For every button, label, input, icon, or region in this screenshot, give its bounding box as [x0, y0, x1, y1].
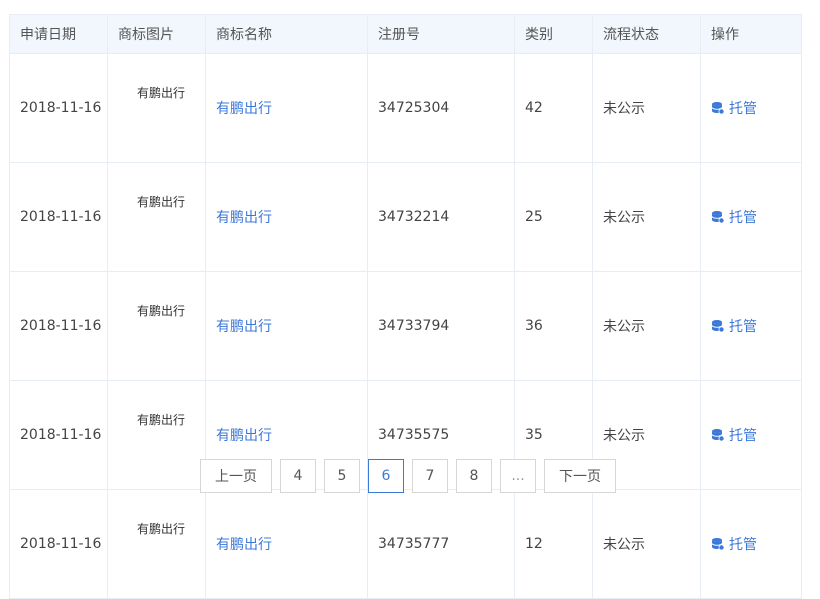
header-operation: 操作 [700, 14, 802, 54]
host-button[interactable]: 托管 [711, 425, 757, 445]
status-cell: 未公示 [592, 489, 701, 599]
action-cell: 托管 [700, 380, 802, 490]
pagination: 上一页 4 5 6 7 8 ... 下一页 [200, 459, 624, 493]
page-button-8[interactable]: 8 [456, 459, 492, 493]
trademark-image: 有鹏出行 [107, 380, 206, 490]
host-button[interactable]: 托管 [711, 534, 757, 554]
header-apply-date: 申请日期 [9, 14, 108, 54]
registration-number-cell: 34735777 [367, 489, 515, 599]
database-icon [711, 210, 725, 223]
apply-date-cell: 2018-11-16 [9, 53, 108, 163]
page-button-7[interactable]: 7 [412, 459, 448, 493]
trademark-name-link[interactable]: 有鹏出行 [205, 489, 368, 599]
host-button[interactable]: 托管 [711, 98, 757, 118]
registration-number-cell: 34733794 [367, 271, 515, 381]
database-icon [711, 101, 725, 114]
database-icon [711, 319, 725, 332]
page-button-6-current[interactable]: 6 [368, 459, 404, 493]
host-label: 托管 [729, 100, 757, 117]
header-trademark-name: 商标名称 [205, 14, 368, 54]
header-trademark-image: 商标图片 [107, 14, 206, 54]
trademark-table-container: 申请日期 商标图片 商标名称 注册号 类别 流程状态 操作 2018-11-16… [9, 14, 802, 599]
next-page-button[interactable]: 下一页 [544, 459, 616, 493]
apply-date-cell: 2018-11-16 [9, 271, 108, 381]
database-icon [711, 537, 725, 550]
action-cell: 托管 [700, 489, 802, 599]
category-cell: 36 [514, 271, 593, 381]
trademark-name-link[interactable]: 有鹏出行 [205, 271, 368, 381]
table-row: 2018-11-16 有鹏出行 有鹏出行 34735777 12 未公示 托管 [9, 489, 802, 599]
apply-date-cell: 2018-11-16 [9, 489, 108, 599]
trademark-name-link[interactable]: 有鹏出行 [205, 53, 368, 163]
status-cell: 未公示 [592, 271, 701, 381]
header-process-status: 流程状态 [592, 14, 701, 54]
trademark-table: 申请日期 商标图片 商标名称 注册号 类别 流程状态 操作 2018-11-16… [9, 14, 802, 599]
header-category: 类别 [514, 14, 593, 54]
registration-number-cell: 34732214 [367, 162, 515, 272]
action-cell: 托管 [700, 53, 802, 163]
database-icon [711, 428, 725, 441]
category-cell: 42 [514, 53, 593, 163]
action-cell: 托管 [700, 271, 802, 381]
table-row: 2018-11-16 有鹏出行 有鹏出行 34732214 25 未公示 托管 [9, 162, 802, 272]
trademark-image: 有鹏出行 [107, 162, 206, 272]
status-cell: 未公示 [592, 162, 701, 272]
trademark-image: 有鹏出行 [107, 53, 206, 163]
header-registration-number: 注册号 [367, 14, 515, 54]
trademark-image: 有鹏出行 [107, 489, 206, 599]
prev-page-button[interactable]: 上一页 [200, 459, 272, 493]
apply-date-cell: 2018-11-16 [9, 162, 108, 272]
table-row: 2018-11-16 有鹏出行 有鹏出行 34725304 42 未公示 托管 [9, 53, 802, 163]
registration-number-cell: 34725304 [367, 53, 515, 163]
action-cell: 托管 [700, 162, 802, 272]
page-button-4[interactable]: 4 [280, 459, 316, 493]
table-row: 2018-11-16 有鹏出行 有鹏出行 34733794 36 未公示 托管 [9, 271, 802, 381]
table-header-row: 申请日期 商标图片 商标名称 注册号 类别 流程状态 操作 [9, 14, 802, 54]
host-label: 托管 [729, 318, 757, 335]
pagination-ellipsis: ... [500, 459, 536, 493]
host-label: 托管 [729, 427, 757, 444]
apply-date-cell: 2018-11-16 [9, 380, 108, 490]
status-cell: 未公示 [592, 53, 701, 163]
host-label: 托管 [729, 536, 757, 553]
trademark-image: 有鹏出行 [107, 271, 206, 381]
trademark-name-link[interactable]: 有鹏出行 [205, 162, 368, 272]
host-label: 托管 [729, 209, 757, 226]
category-cell: 25 [514, 162, 593, 272]
page-button-5[interactable]: 5 [324, 459, 360, 493]
host-button[interactable]: 托管 [711, 316, 757, 336]
category-cell: 12 [514, 489, 593, 599]
host-button[interactable]: 托管 [711, 207, 757, 227]
